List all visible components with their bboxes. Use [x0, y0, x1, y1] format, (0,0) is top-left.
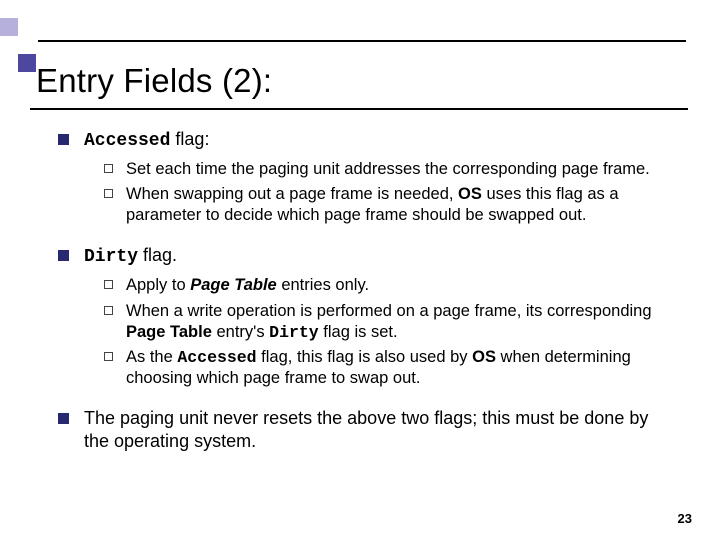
bullet-note: The paging unit never resets the above t… — [58, 407, 672, 453]
top-rule — [38, 40, 686, 42]
dirty-sub-2: When a write operation is performed on a… — [104, 301, 672, 343]
dirty-sublist: Apply to Page Table entries only. When a… — [104, 275, 672, 389]
slide-body: Accessed flag: Set each time the paging … — [58, 128, 672, 461]
dirty-sub-1: Apply to Page Table entries only. — [104, 275, 672, 296]
text: Set each time the paging unit addresses … — [126, 160, 650, 178]
text-dirty-mono: Dirty — [269, 323, 319, 342]
text-post: entries only. — [277, 276, 369, 294]
title-underline — [30, 108, 688, 110]
header-decoration — [0, 18, 686, 54]
text-pagetable: Page Table — [190, 276, 277, 294]
page-number: 23 — [678, 511, 692, 526]
text-mid: flag, this flag is also used by — [257, 348, 473, 366]
dirty-label-tail: flag. — [138, 245, 177, 265]
text-pre: When swapping out a page frame is needed… — [126, 185, 458, 203]
dirty-label-mono: Dirty — [84, 247, 138, 267]
accessed-sublist: Set each time the paging unit addresses … — [104, 159, 672, 226]
slide: Entry Fields (2): Accessed flag: Set eac… — [0, 0, 720, 540]
text-accessed-mono: Accessed — [177, 348, 256, 367]
text-pre: As the — [126, 348, 177, 366]
slide-title: Entry Fields (2): — [36, 62, 272, 100]
accessed-label-tail: flag: — [170, 129, 209, 149]
deco-square-light — [0, 18, 18, 36]
text-pagetable: Page Table — [126, 323, 212, 341]
text-post: flag is set. — [319, 323, 398, 341]
bullet-dirty: Dirty flag. Apply to Page Table entries … — [58, 244, 672, 389]
text-pre: When a write operation is performed on a… — [126, 302, 652, 320]
text-os: OS — [458, 185, 482, 203]
dirty-sub-3: As the Accessed flag, this flag is also … — [104, 347, 672, 389]
text-os: OS — [472, 348, 496, 366]
text-mid: entry's — [212, 323, 269, 341]
note-text: The paging unit never resets the above t… — [84, 408, 648, 451]
text-pre: Apply to — [126, 276, 190, 294]
deco-square-dark — [18, 54, 36, 72]
bullet-accessed: Accessed flag: Set each time the paging … — [58, 128, 672, 226]
accessed-sub-2: When swapping out a page frame is needed… — [104, 184, 672, 226]
accessed-sub-1: Set each time the paging unit addresses … — [104, 159, 672, 180]
accessed-label-mono: Accessed — [84, 131, 170, 151]
